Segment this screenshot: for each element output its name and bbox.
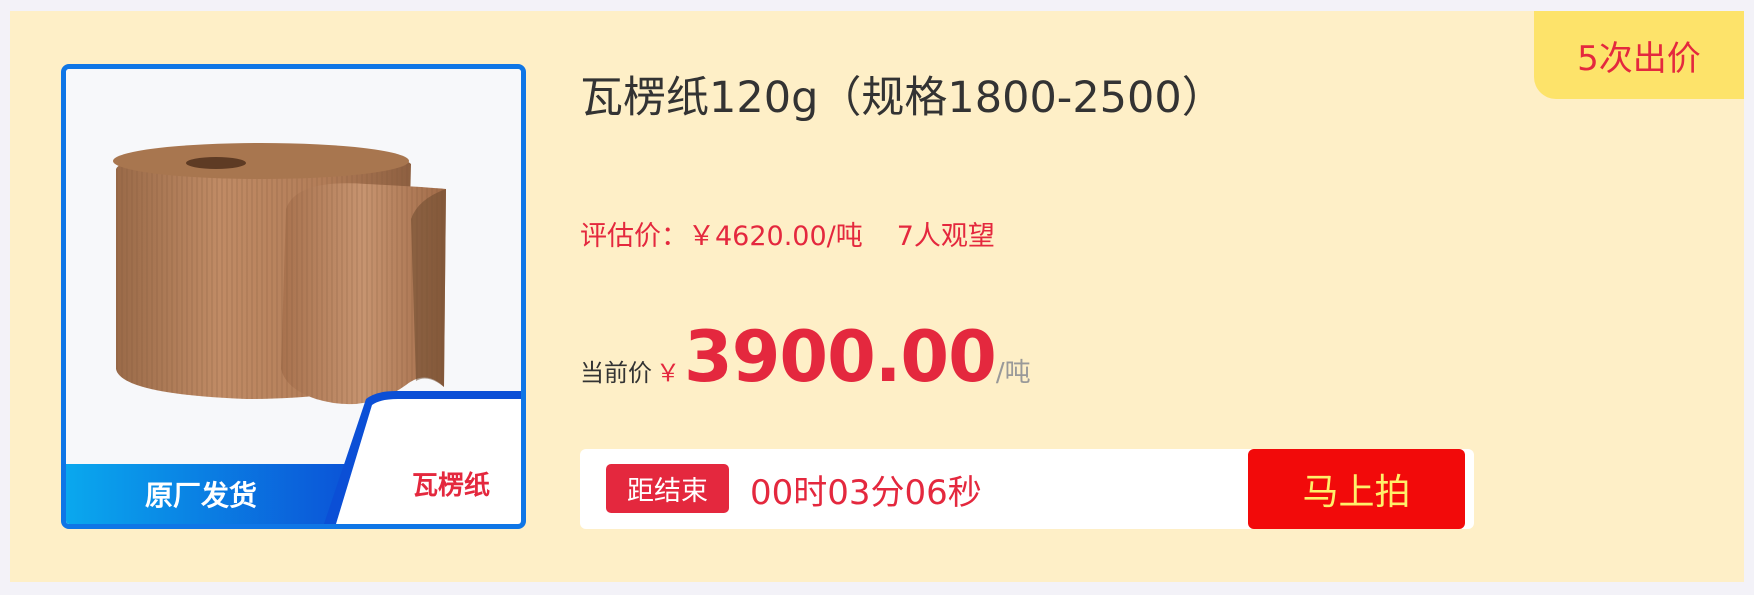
current-price-value: 3900.00 — [684, 316, 997, 398]
auction-card[interactable]: 5次出价 原厂发货 瓦楞纸 瓦楞纸120g（规格1800-2500） 评估价：￥… — [10, 11, 1744, 582]
estimate-row: 评估价：￥4620.00/吨 7人观望 — [580, 214, 995, 253]
countdown-label: 距结束 — [606, 464, 729, 513]
watcher-count: 7人观望 — [896, 221, 995, 252]
current-price-row: 当前价 ￥ 3900.00 /吨 — [580, 316, 1031, 398]
bid-now-button[interactable]: 马上拍 — [1248, 449, 1465, 529]
estimate-price: ￥4620.00/吨 — [688, 221, 863, 252]
estimate-label: 评估价： — [580, 221, 688, 252]
product-image[interactable]: 原厂发货 瓦楞纸 — [61, 64, 526, 529]
countdown-timer: 00时03分06秒 — [750, 472, 982, 513]
image-banner-factory-shipping: 原厂发货 — [144, 479, 257, 512]
bid-count-badge: 5次出价 — [1534, 11, 1744, 99]
currency-symbol: ￥ — [656, 359, 680, 387]
price-unit: /吨 — [995, 358, 1031, 388]
product-title[interactable]: 瓦楞纸120g（规格1800-2500） — [580, 63, 1225, 125]
image-banner-product-type: 瓦楞纸 — [411, 470, 490, 501]
current-price-label: 当前价 — [580, 359, 652, 387]
